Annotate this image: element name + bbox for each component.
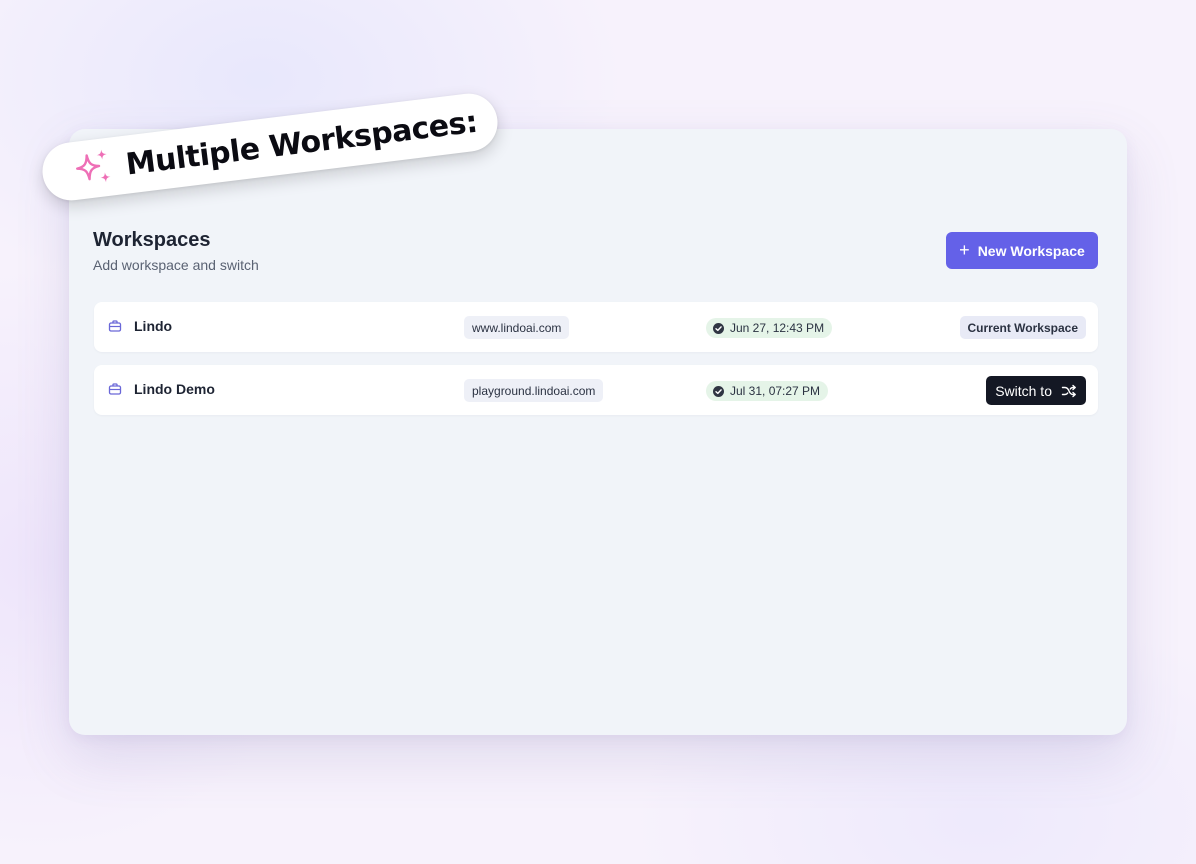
new-workspace-label: New Workspace: [977, 242, 1085, 259]
workspace-date-badge: Jun 27, 12:43 PM: [706, 318, 833, 338]
switch-to-button[interactable]: Switch to: [986, 376, 1086, 405]
workspace-date-badge: Jul 31, 07:27 PM: [706, 381, 829, 401]
workspace-domain: playground.lindoai.com: [464, 379, 604, 402]
page-title: Workspaces: [93, 229, 211, 251]
workspace-date: Jun 27, 12:43 PM: [730, 321, 825, 335]
briefcase-icon: [108, 319, 122, 333]
workspaces-panel: Workspaces Add workspace and switch + Ne…: [69, 129, 1127, 735]
current-workspace-badge: Current Workspace: [959, 316, 1086, 339]
new-workspace-button[interactable]: + New Workspace: [946, 232, 1098, 269]
shuffle-icon: [1061, 383, 1077, 399]
workspace-row[interactable]: Lindo Demo playground.lindoai.com Jul 31…: [94, 365, 1098, 415]
plus-icon: +: [959, 239, 970, 260]
briefcase-icon: [108, 382, 122, 396]
workspace-name: Lindo Demo: [134, 381, 215, 397]
workspace-domain: www.lindoai.com: [464, 316, 570, 339]
workspace-row[interactable]: Lindo www.lindoai.com Jun 27, 12:43 PM C…: [94, 302, 1098, 352]
workspace-date: Jul 31, 07:27 PM: [730, 384, 821, 398]
check-circle-icon: [713, 385, 724, 397]
switch-to-label: Switch to: [995, 382, 1052, 399]
check-circle-icon: [713, 322, 724, 334]
workspace-name: Lindo: [134, 318, 173, 334]
page-subtitle: Add workspace and switch: [93, 257, 259, 273]
sparkle-icon: [72, 146, 117, 191]
